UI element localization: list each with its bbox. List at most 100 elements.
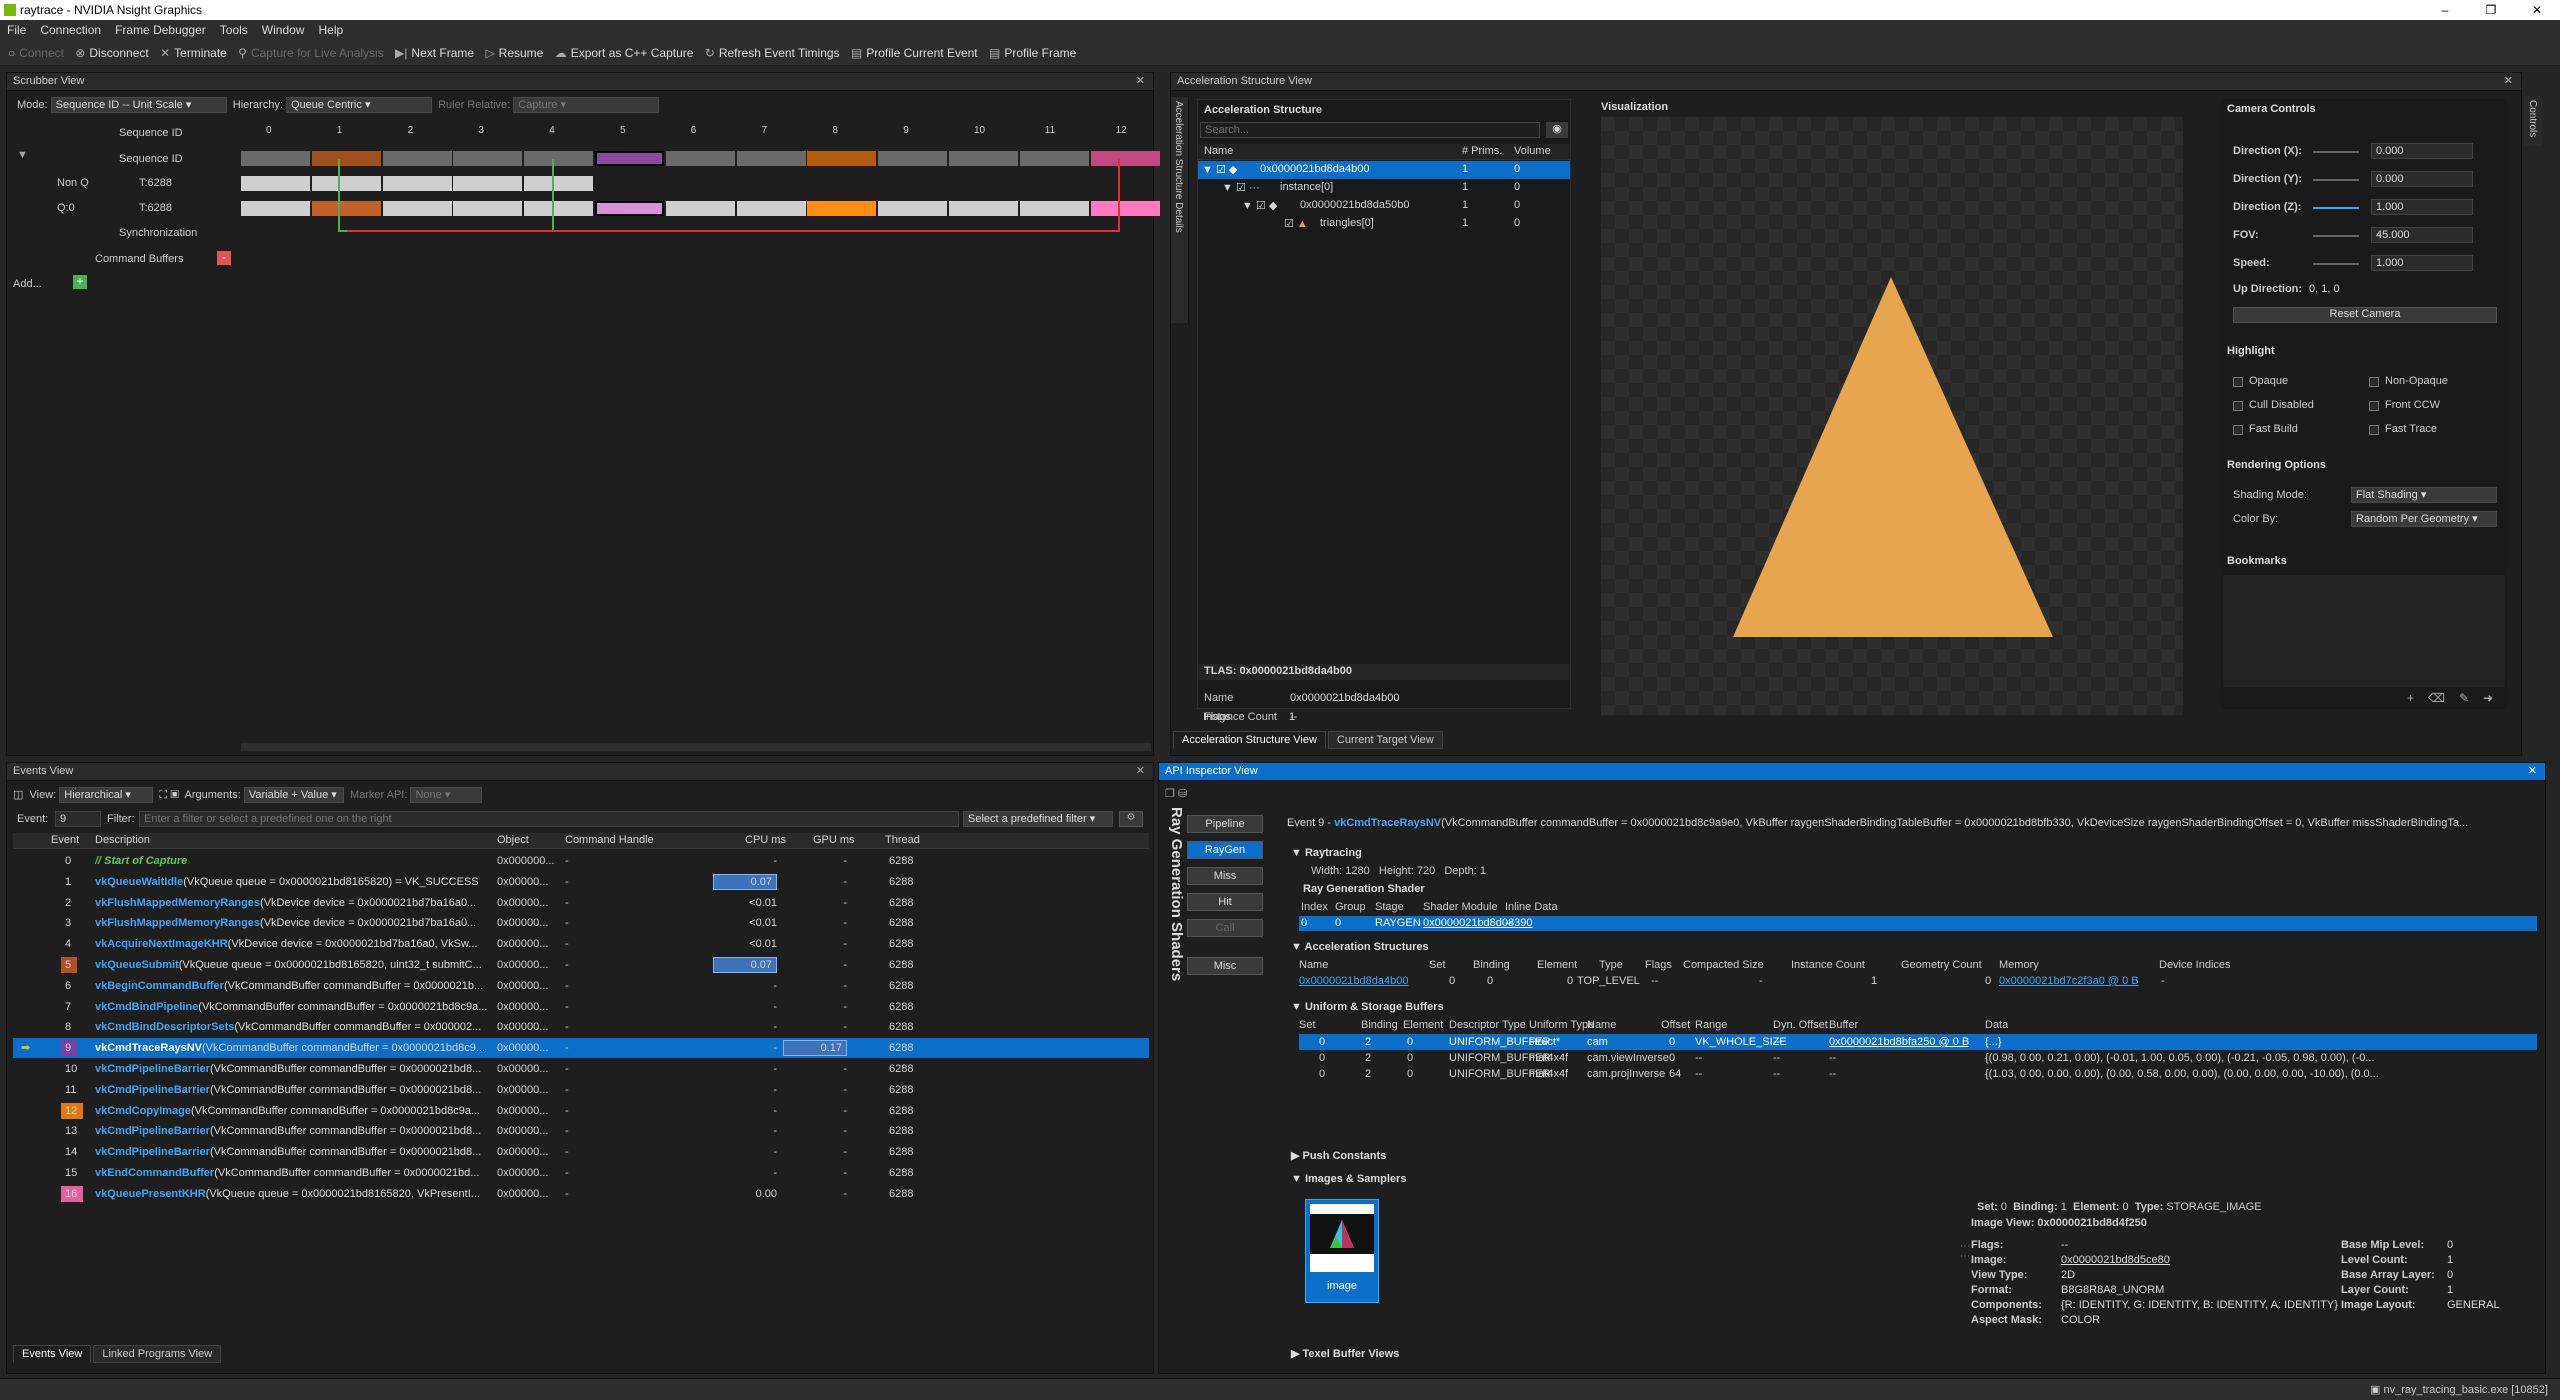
bookmarks-list[interactable]	[2223, 575, 2505, 687]
as-name-link[interactable]: 0x0000021bd8da4b00	[1299, 975, 1409, 987]
timeline-block[interactable]	[878, 201, 948, 216]
diry-slider[interactable]	[2313, 179, 2359, 181]
close-icon[interactable]: ✕	[1136, 764, 1145, 777]
dirz-field[interactable]: 1.000	[2371, 199, 2473, 215]
timeline-block[interactable]	[382, 176, 452, 191]
timeline-block[interactable]	[807, 201, 877, 216]
col-gpu-ms[interactable]: GPU ms	[813, 834, 855, 846]
event-row[interactable]: 3 vkFlushMappedMemoryRanges(VkDevice devi…	[13, 913, 1149, 933]
reset-camera-button[interactable]: Reset Camera	[2233, 307, 2497, 323]
dirx-slider[interactable]	[2313, 151, 2359, 153]
front-ccw-checkbox[interactable]	[2369, 401, 2379, 411]
view-select[interactable]: Hierarchical ▾	[59, 787, 154, 803]
resume-button[interactable]: ▷ Resume	[485, 46, 543, 60]
as-row[interactable]: 0x0000021bd8da4b00 0 0 0 TOP_LEVEL -- -1 0 0x000…	[1299, 974, 2537, 989]
menu-frame-debugger[interactable]: Frame Debugger	[108, 20, 213, 40]
image-detail-value[interactable]: 0x0000021bd8d5ce80	[2061, 1254, 2170, 1266]
stage-misc-button[interactable]: Misc	[1187, 957, 1263, 975]
capture-live-button[interactable]: ⚲ Capture for Live Analysis	[238, 46, 384, 60]
stage-call-button[interactable]: Call	[1187, 919, 1263, 937]
arguments-select[interactable]: Variable + Value ▾	[243, 787, 344, 803]
raytracing-section[interactable]: ▼ Raytracing	[1291, 847, 1362, 859]
event-row[interactable]: 0// Start of Capture 0x000000... - - -6288	[13, 851, 1149, 871]
menu-tools[interactable]: Tools	[213, 20, 255, 40]
timeline-block[interactable]	[595, 201, 664, 216]
event-row[interactable]: 16 vkQueuePresentKHR(VkQueue queue = 0x00…	[13, 1184, 1149, 1204]
event-row[interactable]: 4 vkAcquireNextImageKHR(VkDevice device =…	[13, 934, 1149, 954]
event-row[interactable]: ➡ 9 vkCmdTraceRaysNV(VkCommandBuffer comma…	[13, 1038, 1149, 1059]
timeline-block[interactable]	[453, 151, 523, 166]
timeline-block[interactable]	[524, 151, 594, 166]
add-bookmark-icon[interactable]: +	[2407, 691, 2428, 705]
marker-api-select[interactable]: None ▾	[410, 787, 483, 803]
event-row[interactable]: 2 vkFlushMappedMemoryRanges(VkDevice devi…	[13, 893, 1149, 913]
close-window-icon[interactable]: ✕	[2514, 0, 2560, 20]
lock-icon[interactable]: ⛁	[1178, 788, 1187, 800]
timeline-block[interactable]	[949, 151, 1018, 166]
event-number-input[interactable]: 9	[55, 811, 101, 827]
expand-icon[interactable]: ⛶	[159, 789, 167, 801]
opaque-checkbox[interactable]	[2233, 377, 2243, 387]
refresh-timings-button[interactable]: ↻ Refresh Event Timings	[705, 46, 840, 60]
stage-hit-button[interactable]: Hit	[1187, 893, 1263, 911]
usb-row[interactable]: 0 2 0 UNIFORM_BUFFER mat4x4f cam.projInverse 6…	[1299, 1066, 2537, 1082]
event-row[interactable]: 10 vkCmdPipelineBarrier(VkCommandBuffer c…	[13, 1059, 1149, 1079]
usb-section[interactable]: ▼ Uniform & Storage Buffers	[1291, 1001, 1444, 1013]
col-prims[interactable]: # Prims.	[1462, 145, 1502, 157]
as-section[interactable]: ▼ Acceleration Structures	[1291, 941, 1429, 953]
timeline-block[interactable]	[382, 151, 452, 166]
restore-icon[interactable]: ❐	[2468, 0, 2514, 20]
timeline-block[interactable]	[807, 151, 877, 166]
timeline-area[interactable]	[7, 73, 1160, 757]
image-thumbnail[interactable]: image	[1305, 1199, 1379, 1303]
menu-help[interactable]: Help	[311, 20, 350, 40]
next-frame-button[interactable]: ▶| Next Frame	[395, 46, 474, 60]
fast-build-checkbox[interactable]	[2233, 425, 2243, 435]
save-icon[interactable]: ◫	[13, 789, 23, 801]
push-constants-section[interactable]: ▶ Push Constants	[1291, 1149, 1386, 1162]
timeline-block[interactable]	[241, 201, 310, 216]
shader-module-link[interactable]: 0x0000021bd8d08390	[1423, 917, 1533, 929]
timeline-block[interactable]	[1019, 201, 1089, 216]
timeline-block[interactable]	[665, 151, 735, 166]
profile-event-button[interactable]: ▤ Profile Current Event	[851, 46, 978, 60]
dirx-field[interactable]: 0.000	[2371, 143, 2473, 159]
controls-side-tab[interactable]: Controls	[2524, 96, 2542, 146]
predefined-filter-select[interactable]: Select a predefined filter ▾	[963, 811, 1113, 827]
event-row[interactable]: 1 vkQueueWaitIdle(VkQueue queue = 0x00000…	[13, 872, 1149, 892]
timeline-block[interactable]	[453, 201, 523, 216]
timeline-block[interactable]	[311, 151, 381, 166]
delete-bookmark-icon[interactable]: ⌫	[2428, 691, 2459, 705]
fov-field[interactable]: 45.000	[2371, 227, 2473, 243]
menu-window[interactable]: Window	[255, 20, 312, 40]
col-cpu-ms[interactable]: CPU ms	[745, 834, 786, 846]
profile-frame-button[interactable]: ▤ Profile Frame	[989, 46, 1076, 60]
event-row[interactable]: 6 vkBeginCommandBuffer(VkCommandBuffer co…	[13, 976, 1149, 996]
diry-field[interactable]: 0.000	[2371, 171, 2473, 187]
texel-buffer-section[interactable]: ▶ Texel Buffer Views	[1291, 1347, 1399, 1360]
color-by-select[interactable]: Random Per Geometry ▾	[2351, 511, 2497, 527]
timeline-block[interactable]	[1090, 151, 1160, 166]
tree-expand-icon[interactable]: ▼ ☑ ···	[1222, 181, 1260, 194]
timeline-block[interactable]	[382, 201, 452, 216]
col-thread[interactable]: Thread	[885, 834, 920, 846]
usb-cell[interactable]: 0x0000021bd8bfa250 @ 0 B	[1829, 1034, 1969, 1050]
event-row[interactable]: 5 vkQueueSubmit(VkQueue queue = 0x0000021…	[13, 955, 1149, 975]
close-icon[interactable]: ✕	[2504, 74, 2513, 87]
collapse-icon[interactable]: ▣	[170, 789, 179, 801]
tab-current-target-view[interactable]: Current Target View	[1327, 731, 1443, 749]
event-row[interactable]: 11 vkCmdPipelineBarrier(VkCommandBuffer c…	[13, 1080, 1149, 1100]
timeline-block[interactable]	[453, 176, 523, 191]
export-cpp-button[interactable]: ☁ Export as C++ Capture	[555, 46, 694, 60]
timeline-block[interactable]	[241, 176, 310, 191]
event-row[interactable]: 13 vkCmdPipelineBarrier(VkCommandBuffer c…	[13, 1121, 1149, 1141]
connect-button[interactable]: ○ Connect	[8, 46, 64, 60]
horizontal-scrollbar[interactable]	[241, 743, 1151, 751]
cull-disabled-checkbox[interactable]	[2233, 401, 2243, 411]
disconnect-button[interactable]: ⊗ Disconnect	[75, 46, 148, 60]
timeline-block[interactable]	[1090, 201, 1160, 216]
tab-linked-programs[interactable]: Linked Programs View	[93, 1345, 222, 1363]
stage-raygen-button[interactable]: RayGen	[1187, 841, 1263, 859]
timeline-block[interactable]	[736, 201, 806, 216]
tab-events-view[interactable]: Events View	[13, 1345, 92, 1363]
